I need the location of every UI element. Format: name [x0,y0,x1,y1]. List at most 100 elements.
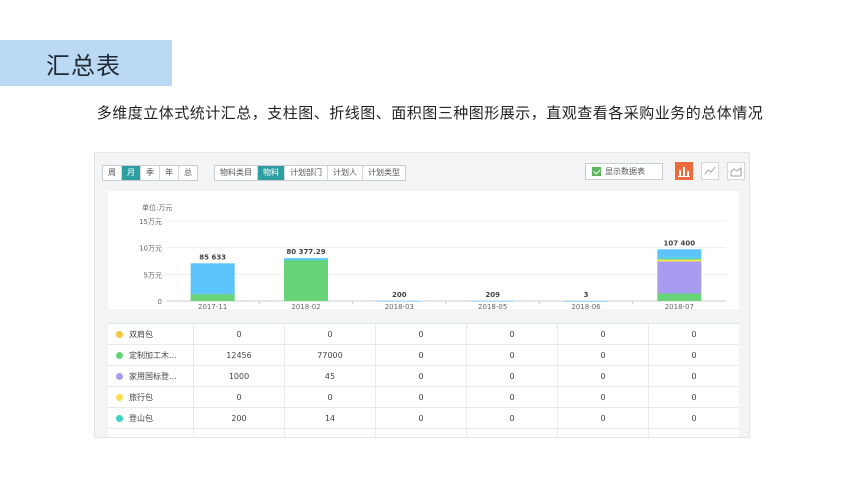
y-tick-label-1: 15万元 [139,218,162,226]
table-cell: 0 [557,408,648,428]
area-chart-button[interactable] [727,162,745,180]
dimension-tab-5[interactable]: 计划类型 [363,166,405,180]
row-name-label: 双肩包 [129,329,153,339]
page-subtitle: 多维度立体式统计汇总，支柱图、折线图、面积图三种图形展示，直观查看各采购业务的总… [96,104,764,122]
series-color-dot [116,330,123,338]
dimension-tab-4[interactable]: 计划人 [328,166,363,180]
series-color-dot [116,393,123,401]
row-name-label: 定制加工木... [129,350,177,360]
table-cell: 0 [648,387,739,407]
table-cell: 0 [284,324,375,344]
row-name-label: 家用国标登... [129,371,177,381]
bar-total-label-2018-05: 209 [485,291,500,299]
summary-report-panel: 周月季年总 物料类目 物料 计划部门 计划人 计划类型 显示数据表 单位:万元 … [94,152,750,438]
period-tabs: 周月季年总 [102,165,198,181]
table-cell-empty [375,429,466,437]
row-name-cell: 双肩包 [108,324,193,344]
bar-2018-02-series-2 [284,259,328,301]
table-cell-empty [557,429,648,437]
table-cell: 77000 [284,345,375,365]
bar-2017-11-series-2 [190,294,235,301]
series-color-dot [116,372,123,380]
data-table: 双肩包 0 0 0 0 0 0 定制加工木... 12456 77000 0 0 0 0 家用国标登... 1… [108,323,739,437]
bar-total-label-2018-06: 3 [584,291,589,299]
bar-2018-05-series-6 [470,300,515,302]
x-tick-label-2018-06: 2018-06 [571,303,601,309]
bar-chart-icon [678,167,690,177]
x-tick-label-2018-02: 2018-02 [291,303,320,309]
table-cell: 0 [193,324,284,344]
table-cell: 0 [466,408,557,428]
table-cell: 0 [648,408,739,428]
bar-2018-07-series-6 [657,249,702,258]
table-cell: 0 [557,324,648,344]
unit-label: 单位:万元 [142,203,172,212]
x-tick-label-2017-11: 2017-11 [198,303,227,309]
dimension-tab-3[interactable]: 计划部门 [285,166,328,180]
bar-2017-11-series-5 [190,293,235,295]
bar-total-label-2017-11: 85 633 [199,253,226,261]
bar-2018-07-series-5 [657,257,702,260]
area-chart-icon [730,167,742,177]
bar-total-label-2018-07: 107 400 [663,239,695,247]
bar-2018-07-series-4 [657,259,702,262]
table-cell: 12456 [193,345,284,365]
period-tab-2[interactable]: 月 [122,166,141,180]
table-row: 旅行包 0 0 0 0 0 0 [108,387,739,408]
table-cell-empty [108,429,193,437]
table-cell: 0 [648,345,739,365]
bar-2018-07-series-2 [657,293,702,301]
table-cell: 0 [375,408,466,428]
table-cell: 0 [193,387,284,407]
checkbox-checked-icon[interactable] [592,167,601,176]
bar-total-label-2018-03: 200 [392,291,407,299]
table-cell: 0 [375,345,466,365]
row-name-cell: 家用国标登... [108,366,193,386]
x-tick-label-2018-07: 2018-07 [665,303,694,309]
line-chart-button[interactable] [701,162,719,180]
line-chart-icon [704,166,716,175]
dimension-tab-1[interactable]: 物料类目 [215,166,258,180]
table-cell: 0 [466,366,557,386]
row-name-label: 旅行包 [129,392,153,402]
toolbar: 周月季年总 物料类目 物料 计划部门 计划人 计划类型 显示数据表 [95,153,749,191]
table-cell-empty [648,429,739,437]
table-cell-empty [284,429,375,437]
title-band: 汇总表 [0,40,172,86]
table-cell: 0 [466,324,557,344]
y-tick-label-2: 10万元 [139,245,162,253]
series-color-dot [116,351,123,359]
bar-2018-03-series-6 [377,300,422,302]
bar-2018-06-series-6 [564,300,608,302]
table-cell: 0 [284,387,375,407]
show-data-table-label: 显示数据表 [605,167,645,176]
series-color-dot [116,414,123,422]
period-tab-3[interactable]: 季 [141,166,160,180]
table-cell: 0 [648,366,739,386]
page-title: 汇总表 [46,51,121,80]
period-tab-4[interactable]: 年 [160,166,179,180]
y-tick-label-3: 5万元 [144,271,162,279]
bar-chart-button[interactable] [675,162,693,180]
table-cell: 0 [375,387,466,407]
table-cell: 14 [284,408,375,428]
period-tab-5[interactable]: 总 [179,166,197,180]
table-row-partial [108,429,739,437]
table-cell: 0 [375,324,466,344]
row-name-cell: 定制加工木... [108,345,193,365]
table-cell: 1000 [193,366,284,386]
bar-2018-02-series-6 [284,258,328,260]
table-cell-empty [193,429,284,437]
row-name-label: 登山包 [129,413,153,423]
bar-2018-02-series-5 [284,259,328,261]
dimension-tabs: 物料类目 物料 计划部门 计划人 计划类型 [214,165,406,181]
y-tick-label-4: 0 [158,298,162,306]
dimension-tab-2[interactable]: 物料 [258,166,285,180]
row-name-cell: 登山包 [108,408,193,428]
show-data-table-toggle[interactable]: 显示数据表 [585,163,663,180]
table-cell: 200 [193,408,284,428]
row-name-cell: 旅行包 [108,387,193,407]
period-tab-1[interactable]: 周 [103,166,122,180]
table-row: 定制加工木... 12456 77000 0 0 0 0 [108,345,739,366]
table-cell: 0 [557,366,648,386]
